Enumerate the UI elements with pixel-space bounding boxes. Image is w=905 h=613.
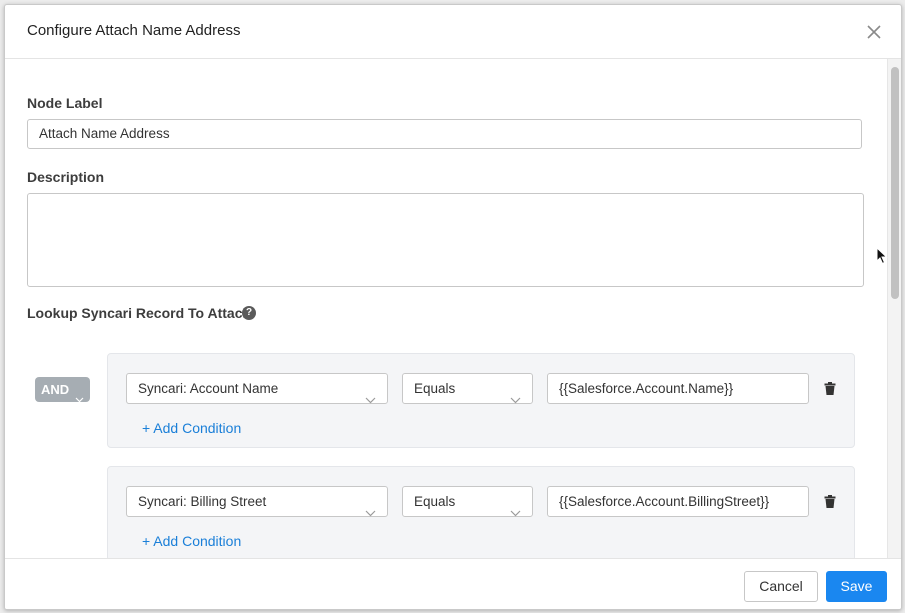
scrollbar-thumb[interactable] xyxy=(891,67,899,299)
field-select[interactable]: Syncari: Account Name xyxy=(126,373,388,404)
description-textarea[interactable] xyxy=(27,193,864,287)
node-label-label: Node Label xyxy=(27,95,103,111)
field-select-value: Syncari: Billing Street xyxy=(138,494,267,509)
comparator-value: Equals xyxy=(414,381,456,396)
dialog-header: Configure Attach Name Address xyxy=(5,5,901,59)
close-icon[interactable] xyxy=(865,23,883,41)
dialog-title: Configure Attach Name Address xyxy=(27,22,241,39)
add-condition-link[interactable]: + Add Condition xyxy=(142,420,241,436)
chevron-down-icon xyxy=(75,386,84,411)
description-label: Description xyxy=(27,169,105,185)
comparator-select[interactable]: Equals xyxy=(402,486,533,517)
chevron-down-icon xyxy=(510,385,521,414)
configure-dialog: Configure Attach Name Address Node Label… xyxy=(4,4,902,610)
cancel-button[interactable]: Cancel xyxy=(744,571,818,602)
save-button[interactable]: Save xyxy=(826,571,887,602)
trash-icon[interactable] xyxy=(824,382,836,395)
operator-label: AND xyxy=(41,382,70,397)
condition-group: Syncari: Account Name Equals {{Salesforc… xyxy=(107,353,855,448)
comparator-select[interactable]: Equals xyxy=(402,373,533,404)
chevron-down-icon xyxy=(510,498,521,527)
field-select-value: Syncari: Account Name xyxy=(138,381,279,396)
chevron-down-icon xyxy=(365,385,376,414)
trash-icon[interactable] xyxy=(824,495,836,508)
and-operator-toggle[interactable]: AND xyxy=(35,377,90,403)
condition-value-input[interactable]: {{Salesforce.Account.BillingStreet}} xyxy=(547,486,809,517)
condition-group: Syncari: Billing Street Equals {{Salesfo… xyxy=(107,466,855,558)
mouse-pointer-icon xyxy=(876,246,888,265)
lookup-label: Lookup Syncari Record To Attach xyxy=(27,305,252,321)
node-label-input[interactable]: Attach Name Address xyxy=(27,119,862,149)
chevron-down-icon xyxy=(365,498,376,527)
help-icon[interactable]: ? xyxy=(242,306,256,320)
comparator-value: Equals xyxy=(414,494,456,509)
condition-value-input[interactable]: {{Salesforce.Account.Name}} xyxy=(547,373,809,404)
scrollbar[interactable] xyxy=(887,59,901,558)
dialog-footer: Cancel Save xyxy=(5,558,901,609)
field-select[interactable]: Syncari: Billing Street xyxy=(126,486,388,517)
dialog-body: Node Label Attach Name Address Descripti… xyxy=(5,59,901,558)
add-condition-link[interactable]: + Add Condition xyxy=(142,533,241,549)
